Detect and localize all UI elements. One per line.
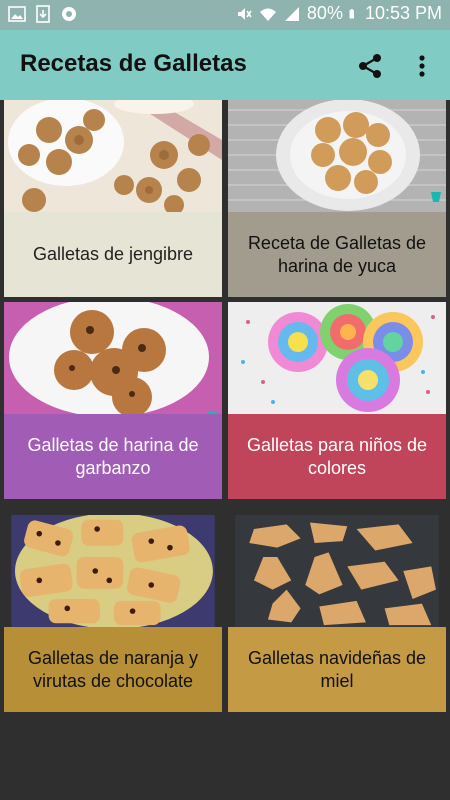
share-icon[interactable] bbox=[356, 52, 384, 80]
recipe-title: Galletas de naranja y virutas de chocola… bbox=[27, 647, 199, 691]
recipe-card-caption: Galletas de naranja y virutas de chocola… bbox=[4, 627, 222, 712]
wifi-icon bbox=[259, 8, 276, 21]
recipe-title: Galletas para niños de colores bbox=[246, 434, 428, 478]
app-bar: Recetas de Galletas bbox=[0, 30, 450, 100]
recipe-image-chickpea-cookies bbox=[4, 302, 222, 414]
recipe-card-caption: Receta de Galletas de harina de yuca bbox=[228, 212, 446, 297]
bottom-area bbox=[0, 726, 450, 800]
signal-icon bbox=[284, 6, 299, 21]
recipe-card-caption: Galletas para niños de colores bbox=[228, 414, 446, 499]
settings-notification-icon bbox=[62, 7, 76, 21]
image-notification-icon bbox=[8, 6, 26, 22]
recipe-card[interactable]: Galletas para niños de colores bbox=[228, 302, 446, 499]
notification-icons bbox=[8, 5, 78, 23]
recipe-card-caption: Galletas de jengibre bbox=[4, 212, 222, 297]
status-bar: 80% 10:53 PM bbox=[0, 0, 450, 30]
recipe-card[interactable]: Receta de Galletas de harina de yuca bbox=[228, 100, 446, 297]
recipe-card[interactable]: Galletas de harina de garbanzo bbox=[4, 302, 222, 499]
recipe-grid: Galletas de jengibre Receta de Galletas … bbox=[4, 100, 446, 723]
more-options-icon[interactable] bbox=[412, 52, 432, 80]
recipe-card[interactable]: Galletas de naranja y virutas de chocola… bbox=[4, 515, 222, 712]
recipe-title: Galletas navideñas de miel bbox=[247, 647, 427, 691]
recipe-image-christmas-honey-cookies bbox=[235, 515, 439, 627]
battery-icon bbox=[349, 8, 354, 18]
recipe-card[interactable]: Galletas de jengibre bbox=[4, 100, 222, 297]
recipe-title: Galletas de harina de garbanzo bbox=[27, 434, 199, 478]
recipe-image-orange-chocolate-cookies bbox=[11, 515, 215, 627]
recipe-image-gingerbread bbox=[4, 100, 222, 212]
recipe-card-caption: Galletas navideñas de miel bbox=[228, 627, 446, 712]
recipe-title: Galletas de jengibre bbox=[32, 244, 194, 264]
mute-icon bbox=[237, 7, 252, 20]
download-notification-icon bbox=[36, 5, 50, 23]
recipe-image-rainbow-cookies bbox=[228, 302, 446, 414]
recipe-card[interactable]: Galletas navideñas de miel bbox=[228, 515, 446, 712]
recipe-image-yuca-cookies bbox=[228, 100, 446, 212]
clock: 10:53 PM bbox=[364, 3, 442, 23]
recipe-card-caption: Galletas de harina de garbanzo bbox=[4, 414, 222, 499]
battery-level: 80% bbox=[306, 3, 343, 23]
app-title: Recetas de Galletas bbox=[20, 50, 247, 77]
recipe-title: Receta de Galletas de harina de yuca bbox=[247, 232, 427, 276]
